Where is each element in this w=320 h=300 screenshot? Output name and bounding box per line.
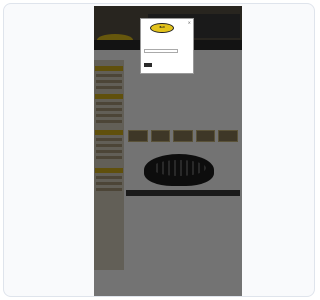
modal-logo: Bell <box>150 23 174 33</box>
webpage-screenshot: Bell × <box>94 6 242 296</box>
close-icon[interactable]: × <box>188 21 191 25</box>
submit-button[interactable] <box>144 63 152 67</box>
email-field[interactable] <box>144 49 178 53</box>
screenshot-frame: Bell × <box>3 3 315 297</box>
popup-dialog: Bell × <box>140 18 194 74</box>
modal-logo-text: Bell <box>159 26 165 29</box>
